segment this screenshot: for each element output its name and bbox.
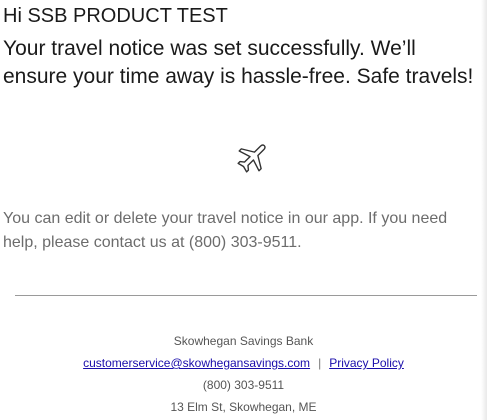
footer-phone: (800) 303-9511	[202, 378, 285, 392]
bank-name: Skowhegan Savings Bank	[173, 334, 314, 348]
email-body: Hi SSB PRODUCT TEST Your travel notice w…	[0, 0, 487, 420]
airplane-icon	[233, 137, 273, 177]
footer: Skowhegan Savings Bank customerservice@s…	[0, 330, 487, 418]
help-message: You can edit or delete your travel notic…	[3, 210, 448, 251]
privacy-policy-link[interactable]: Privacy Policy	[329, 356, 404, 370]
link-separator: |	[318, 356, 322, 370]
confirmation-message: Your travel notice was set successfully.…	[3, 37, 474, 88]
footer-address: 13 Elm St, Skowhegan, ME	[170, 400, 317, 414]
footer-divider	[15, 295, 477, 296]
scroll-edge-shadow	[481, 0, 487, 420]
greeting-text: Hi SSB PRODUCT TEST	[3, 5, 228, 27]
email-link[interactable]: customerservice@skowhegansavings.com	[83, 356, 310, 370]
footer-links-row: customerservice@skowhegansavings.com | Pri…	[0, 352, 487, 374]
